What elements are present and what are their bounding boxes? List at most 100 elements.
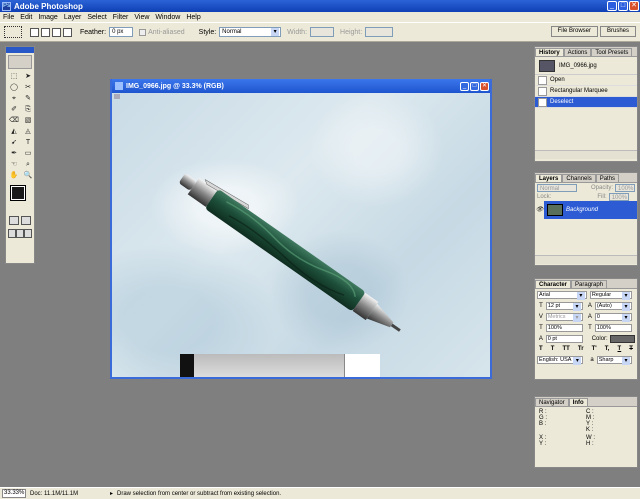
image-canvas[interactable] [112, 93, 490, 377]
tab-paths[interactable]: Paths [595, 174, 620, 182]
full-screen-icon[interactable] [24, 229, 32, 238]
subscript-button[interactable]: T, [605, 346, 610, 352]
zoom-tool-icon[interactable]: 🔍 [22, 171, 34, 181]
slice-tool-icon[interactable]: ✎ [22, 94, 34, 104]
magic-wand-icon[interactable]: ✂ [22, 83, 34, 93]
antialias-checkbox[interactable] [139, 28, 147, 36]
menu-layer[interactable]: Layer [64, 14, 82, 21]
blend-mode-select[interactable]: Normal [537, 183, 577, 192]
maximize-button[interactable]: □ [618, 1, 628, 11]
toolbox-titlebar[interactable] [6, 47, 34, 53]
menu-file[interactable]: File [3, 14, 14, 21]
menu-filter[interactable]: Filter [113, 14, 129, 21]
photoshop-logo[interactable] [8, 55, 32, 69]
blur-tool-icon[interactable]: ◭ [8, 127, 20, 137]
horizontal-scale-input[interactable]: 100% [594, 323, 632, 332]
doc-close-button[interactable]: ✕ [480, 81, 489, 91]
move-tool-icon[interactable]: ➤ [22, 72, 34, 82]
tab-info[interactable]: Info [568, 398, 588, 406]
add-selection-icon[interactable] [41, 27, 50, 37]
dodge-tool-icon[interactable]: ◬ [22, 127, 34, 137]
eyedropper-tool-icon[interactable]: ⌕ [22, 160, 34, 170]
menu-help[interactable]: Help [186, 14, 200, 21]
zoom-field[interactable]: 33.33% [2, 489, 26, 498]
marquee-tool-icon[interactable]: ⬚ [8, 72, 20, 82]
text-color-swatch[interactable] [609, 334, 636, 343]
quickmask-mode-icon[interactable] [21, 216, 31, 225]
shape-tool-icon[interactable]: ▭ [22, 149, 34, 159]
font-style-select[interactable]: Regular [589, 290, 632, 300]
file-browser-tab[interactable]: File Browser [550, 26, 598, 37]
lasso-tool-icon[interactable]: ◯ [8, 83, 20, 93]
superscript-button[interactable]: T' [592, 346, 597, 352]
width-input[interactable] [310, 27, 335, 37]
doc-size[interactable]: Doc: 11.1M/11.1M [30, 491, 110, 497]
marquee-tool-preset-icon[interactable] [4, 26, 22, 38]
standard-screen-icon[interactable] [8, 229, 16, 238]
type-tool-icon[interactable]: T [22, 138, 34, 148]
subtract-selection-icon[interactable] [52, 27, 61, 37]
faux-italic-button[interactable]: T [551, 346, 555, 352]
baseline-input[interactable]: 0 pt [545, 334, 583, 343]
status-menu-arrow-icon[interactable]: ▸ [110, 490, 113, 497]
style-select[interactable]: Normal [219, 27, 282, 37]
antialias-select[interactable]: Sharp [596, 355, 632, 365]
tab-tool-presets[interactable]: Tool Presets [591, 48, 633, 56]
menu-edit[interactable]: Edit [20, 14, 32, 21]
history-state-deselect[interactable]: Deselect [535, 97, 637, 108]
path-select-icon[interactable]: ➹ [8, 138, 20, 148]
history-state-open[interactable]: Open [535, 75, 637, 86]
history-state-marquee[interactable]: Rectangular Marquee [535, 86, 637, 97]
gradient-tool-icon[interactable]: ▧ [22, 116, 34, 126]
menu-view[interactable]: View [134, 14, 149, 21]
font-family-select[interactable]: Arial [537, 290, 587, 300]
strikethrough-button[interactable]: T [629, 346, 633, 352]
new-selection-icon[interactable] [30, 27, 39, 37]
kerning-select[interactable]: Metrics [545, 312, 583, 322]
brushes-tab[interactable]: Brushes [599, 26, 636, 37]
minimize-button[interactable]: _ [607, 1, 617, 11]
tab-actions[interactable]: Actions [563, 48, 592, 56]
height-input[interactable] [365, 27, 394, 37]
menu-image[interactable]: Image [38, 14, 57, 21]
font-size-select[interactable]: 12 pt [545, 301, 583, 311]
full-screen-menu-icon[interactable] [16, 229, 24, 238]
tab-character[interactable]: Character [535, 280, 572, 288]
faux-bold-button[interactable]: T [539, 346, 543, 352]
close-button[interactable]: ✕ [629, 1, 639, 11]
foreground-color-swatch[interactable] [10, 185, 26, 201]
underline-button[interactable]: T [618, 346, 622, 352]
history-snapshot[interactable]: IMG_0966.jpg [535, 57, 637, 75]
feather-input[interactable]: 0 px [109, 27, 134, 37]
doc-maximize-button[interactable]: □ [470, 81, 479, 91]
tab-paragraph[interactable]: Paragraph [571, 280, 608, 288]
hand-tool-icon[interactable]: ✋ [8, 171, 20, 181]
leading-select[interactable]: (Auto) [594, 301, 632, 311]
language-select[interactable]: English: USA [537, 355, 584, 365]
document-titlebar[interactable]: IMG_0966.jpg @ 33.3% (RGB) _ □ ✕ [112, 79, 490, 93]
menu-window[interactable]: Window [155, 14, 180, 21]
vertical-scale-input[interactable]: 100% [545, 323, 583, 332]
eye-icon[interactable]: 👁 [535, 201, 544, 219]
healing-brush-icon[interactable]: ✐ [8, 105, 20, 115]
small-caps-button[interactable]: Tr [578, 346, 584, 352]
standard-mode-icon[interactable] [9, 216, 19, 225]
tab-history[interactable]: History [535, 48, 564, 56]
tab-navigator[interactable]: Navigator [535, 398, 569, 406]
menu-select[interactable]: Select [87, 14, 106, 21]
status-hint: Draw selection from center or subtract f… [117, 490, 282, 497]
notes-tool-icon[interactable]: ☜ [8, 160, 20, 170]
crop-tool-icon[interactable]: ⌖ [8, 94, 20, 104]
tab-layers[interactable]: Layers [535, 174, 563, 182]
pen-tool-icon[interactable]: ✒ [8, 149, 20, 159]
intersect-selection-icon[interactable] [63, 27, 72, 37]
brush-tool-icon[interactable]: ⎘ [22, 105, 34, 115]
layer-background[interactable]: 👁 Background [535, 201, 637, 219]
tracking-select[interactable]: 0 [594, 312, 632, 322]
doc-minimize-button[interactable]: _ [460, 81, 469, 91]
opacity-input[interactable]: 100% [615, 183, 636, 192]
tab-channels[interactable]: Channels [562, 174, 596, 182]
fill-input[interactable]: 100% [608, 192, 629, 201]
eraser-tool-icon[interactable]: ⌫ [8, 116, 20, 126]
all-caps-button[interactable]: TT [563, 346, 570, 352]
